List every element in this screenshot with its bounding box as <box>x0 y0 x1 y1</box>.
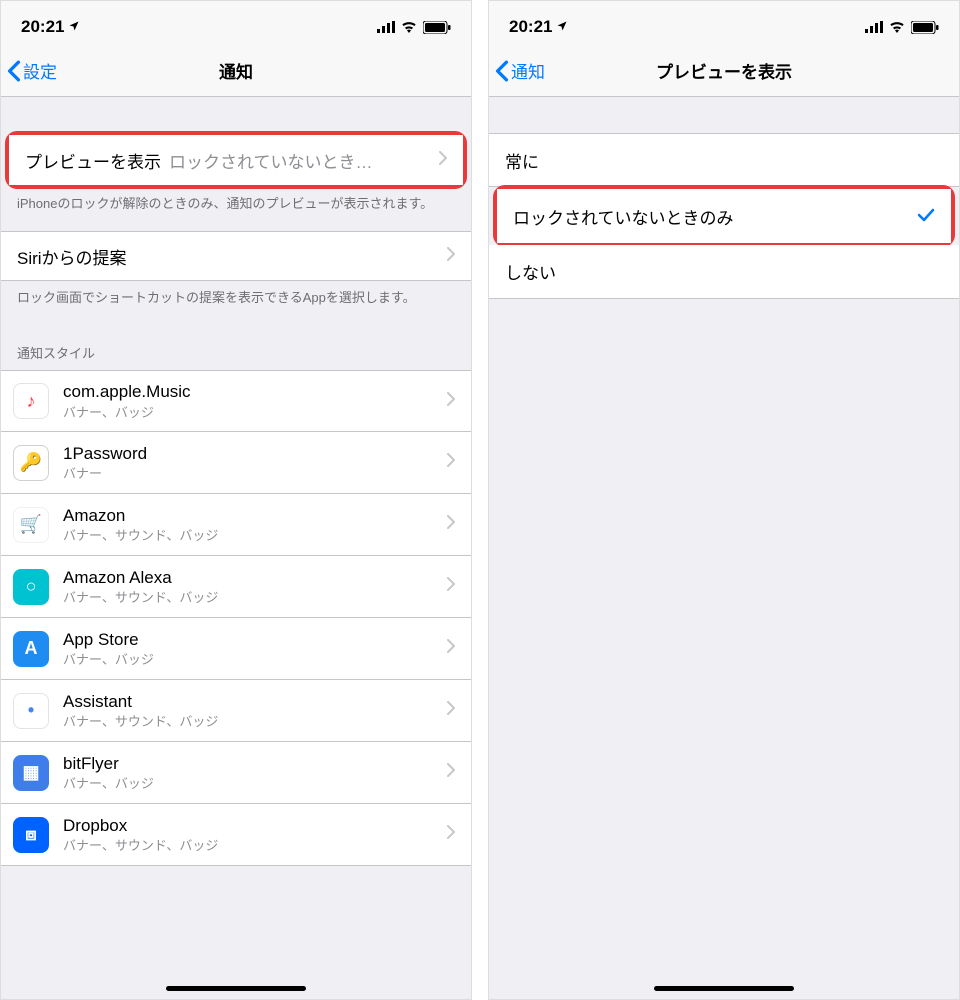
option-label: 常に <box>505 148 943 173</box>
app-detail: バナー <box>63 466 439 482</box>
chevron-right-icon <box>447 246 455 266</box>
app-row[interactable]: 🔑 1Password バナー <box>1 432 471 494</box>
style-header: 通知スタイル <box>1 325 471 370</box>
chevron-right-icon <box>447 825 455 844</box>
app-detail: バナー、サウンド、バッジ <box>63 528 439 544</box>
app-icon: • <box>13 693 49 729</box>
status-time: 20:21 <box>509 17 552 37</box>
app-name: Amazon <box>63 506 439 526</box>
cellular-icon <box>865 21 883 33</box>
app-row[interactable]: • Assistant バナー、サウンド、バッジ <box>1 680 471 742</box>
back-label: 通知 <box>511 58 545 83</box>
app-name: Dropbox <box>63 816 439 836</box>
app-row[interactable]: ○ Amazon Alexa バナー、サウンド、バッジ <box>1 556 471 618</box>
app-icon: ♪ <box>13 383 49 419</box>
app-detail: バナー、サウンド、バッジ <box>63 714 439 730</box>
option-label: しない <box>505 259 943 284</box>
battery-icon <box>423 21 451 34</box>
app-icon: ▦ <box>13 755 49 791</box>
chevron-right-icon <box>447 763 455 782</box>
app-icon: A <box>13 631 49 667</box>
nav-bar: 設定 通知 <box>1 45 471 97</box>
status-icons <box>865 21 939 34</box>
home-indicator[interactable] <box>654 986 794 991</box>
highlight-preview-row: プレビューを表示 ロックされていないとき… <box>5 131 467 189</box>
app-detail: バナー、サウンド、バッジ <box>63 590 439 606</box>
option-row[interactable]: しない <box>489 245 959 299</box>
back-button[interactable]: 設定 <box>7 58 57 83</box>
wifi-icon <box>401 21 417 33</box>
option-label: ロックされていないときのみ <box>513 204 917 229</box>
app-row[interactable]: A App Store バナー、バッジ <box>1 618 471 680</box>
chevron-right-icon <box>447 701 455 720</box>
app-row[interactable]: ⧈ Dropbox バナー、サウンド、バッジ <box>1 804 471 866</box>
app-name: bitFlyer <box>63 754 439 774</box>
app-row[interactable]: ♪ com.apple.Music バナー、バッジ <box>1 370 471 432</box>
wifi-icon <box>889 21 905 33</box>
status-bar: 20:21 <box>1 1 471 45</box>
chevron-left-icon <box>7 60 21 82</box>
option-row[interactable]: ロックされていないときのみ <box>497 189 951 243</box>
app-row[interactable]: ▦ bitFlyer バナー、バッジ <box>1 742 471 804</box>
location-icon <box>556 17 568 37</box>
chevron-right-icon <box>447 577 455 596</box>
siri-label: Siriからの提案 <box>17 244 127 269</box>
phone-left: 20:21 設定 通知 プレビューを表示 <box>0 0 472 1000</box>
option-row[interactable]: 常に <box>489 133 959 187</box>
app-icon: ○ <box>13 569 49 605</box>
back-button[interactable]: 通知 <box>495 58 545 83</box>
app-name: Amazon Alexa <box>63 568 439 588</box>
app-row[interactable]: 🛒 Amazon バナー、サウンド、バッジ <box>1 494 471 556</box>
preview-value: ロックされていないとき… <box>169 148 431 173</box>
page-title: プレビューを表示 <box>489 58 959 83</box>
chevron-right-icon <box>447 453 455 472</box>
chevron-right-icon <box>447 392 455 411</box>
content-area: プレビューを表示 ロックされていないとき… iPhoneのロックが解除のときのみ… <box>1 97 471 999</box>
app-detail: バナー、バッジ <box>63 405 439 421</box>
chevron-right-icon <box>439 150 447 170</box>
check-icon <box>917 205 935 228</box>
battery-icon <box>911 21 939 34</box>
siri-row[interactable]: Siriからの提案 <box>1 231 471 281</box>
status-time-area: 20:21 <box>21 17 80 37</box>
status-icons <box>377 21 451 34</box>
location-icon <box>68 17 80 37</box>
home-indicator[interactable] <box>166 986 306 991</box>
app-icon: 🛒 <box>13 507 49 543</box>
content-area: 常にロックされていないときのみしない <box>489 97 959 999</box>
chevron-left-icon <box>495 60 509 82</box>
app-icon: ⧈ <box>13 817 49 853</box>
cellular-icon <box>377 21 395 33</box>
siri-footer: ロック画面でショートカットの提案を表示できるAppを選択します。 <box>1 281 471 325</box>
nav-bar: 通知 プレビューを表示 <box>489 45 959 97</box>
phone-right: 20:21 通知 プレビューを表示 常にロックされていないときのみしない <box>488 0 960 1000</box>
app-name: App Store <box>63 630 439 650</box>
status-bar: 20:21 <box>489 1 959 45</box>
status-time: 20:21 <box>21 17 64 37</box>
status-time-area: 20:21 <box>509 17 568 37</box>
app-detail: バナー、サウンド、バッジ <box>63 838 439 854</box>
preview-row[interactable]: プレビューを表示 ロックされていないとき… <box>9 135 463 185</box>
chevron-right-icon <box>447 515 455 534</box>
app-icon: 🔑 <box>13 445 49 481</box>
highlight-selected-option: ロックされていないときのみ <box>493 185 955 247</box>
app-detail: バナー、バッジ <box>63 652 439 668</box>
preview-label: プレビューを表示 <box>25 148 161 173</box>
app-detail: バナー、バッジ <box>63 776 439 792</box>
page-title: 通知 <box>1 58 471 83</box>
app-name: 1Password <box>63 444 439 464</box>
back-label: 設定 <box>23 58 57 83</box>
app-name: com.apple.Music <box>63 382 439 402</box>
preview-footer: iPhoneのロックが解除のときのみ、通知のプレビューが表示されます。 <box>1 187 471 231</box>
app-name: Assistant <box>63 692 439 712</box>
chevron-right-icon <box>447 639 455 658</box>
